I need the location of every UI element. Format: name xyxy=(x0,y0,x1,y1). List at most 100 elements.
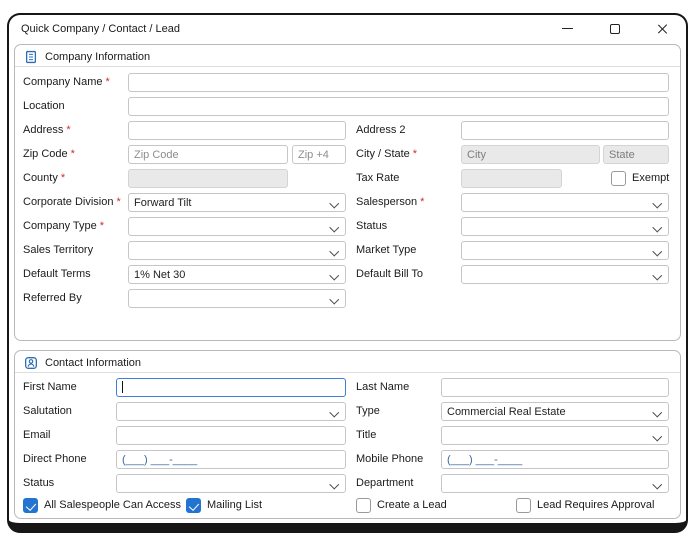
department-select[interactable] xyxy=(441,474,669,493)
first-name-input[interactable] xyxy=(116,378,346,397)
mobile-phone-label: Mobile Phone xyxy=(356,453,424,465)
referred-by-select[interactable] xyxy=(128,289,346,308)
location-label: Location xyxy=(23,100,65,112)
divider xyxy=(15,66,680,67)
divider xyxy=(15,372,680,373)
title-select[interactable] xyxy=(441,426,669,445)
text-caret xyxy=(122,381,123,393)
default-bill-to-select[interactable] xyxy=(461,265,669,284)
sales-territory-select[interactable] xyxy=(128,241,346,260)
title-label: Title xyxy=(356,429,377,441)
required-marker: * xyxy=(105,76,110,88)
referred-by-label: Referred By xyxy=(23,292,82,304)
required-marker: * xyxy=(420,196,425,208)
tax-rate-input[interactable] xyxy=(461,169,562,188)
create-lead-label: Create a Lead xyxy=(377,499,447,511)
zip-code-label: Zip Code * xyxy=(23,148,75,160)
salesperson-select[interactable] xyxy=(461,193,669,212)
status-select[interactable] xyxy=(461,217,669,236)
last-name-label: Last Name xyxy=(356,381,410,393)
close-icon xyxy=(657,23,669,35)
chevron-down-icon xyxy=(329,222,339,232)
status-label: Status xyxy=(356,220,388,232)
corporate-division-label: Corporate Division * xyxy=(23,196,121,208)
corporate-division-value: Forward Tilt xyxy=(134,196,192,209)
default-terms-label: Default Terms xyxy=(23,268,91,280)
company-type-label: Company Type * xyxy=(23,220,105,232)
zip-code-input[interactable] xyxy=(128,145,288,164)
chevron-down-icon xyxy=(329,198,339,208)
contact-information-group: Contact Information First Name Last Name… xyxy=(14,350,681,519)
required-marker: * xyxy=(412,148,418,160)
email-label: Email xyxy=(23,429,51,441)
required-marker: * xyxy=(66,124,71,136)
create-lead-checkbox[interactable] xyxy=(356,498,371,513)
type-select[interactable]: Commercial Real Estate xyxy=(441,402,669,421)
default-terms-select[interactable]: 1% Net 30 xyxy=(128,265,346,284)
required-marker: * xyxy=(60,172,66,184)
type-value: Commercial Real Estate xyxy=(447,405,566,418)
exempt-label: Exempt xyxy=(632,172,670,184)
city-state-label: City / State * xyxy=(356,148,418,160)
first-name-label: First Name xyxy=(23,381,77,393)
chevron-down-icon xyxy=(652,270,662,280)
county-label: County * xyxy=(23,172,66,184)
company-name-input[interactable] xyxy=(128,73,669,92)
direct-phone-input[interactable] xyxy=(116,450,346,469)
department-label: Department xyxy=(356,477,414,489)
default-bill-to-label: Default Bill To xyxy=(356,268,424,280)
tax-rate-label: Tax Rate xyxy=(356,172,400,184)
all-salespeople-checkbox[interactable] xyxy=(23,498,38,513)
email-input[interactable] xyxy=(116,426,346,445)
corporate-division-select[interactable]: Forward Tilt xyxy=(128,193,346,212)
salutation-label: Salutation xyxy=(23,405,72,417)
close-button[interactable] xyxy=(656,22,670,36)
company-information-header: Company Information xyxy=(24,48,150,66)
sales-territory-label: Sales Territory xyxy=(23,244,94,256)
chevron-down-icon xyxy=(652,407,662,417)
chevron-down-icon xyxy=(329,246,339,256)
exempt-checkbox[interactable] xyxy=(611,171,626,186)
state-input[interactable] xyxy=(603,145,669,164)
chevron-down-icon xyxy=(652,431,662,441)
chevron-down-icon xyxy=(329,270,339,280)
quick-company-dialog: Quick Company / Contact / Lead Company I… xyxy=(7,13,688,533)
location-input[interactable] xyxy=(128,97,669,116)
titlebar[interactable]: Quick Company / Contact / Lead xyxy=(9,15,686,42)
maximize-button[interactable] xyxy=(608,22,622,36)
chevron-down-icon xyxy=(329,479,339,489)
minimize-icon xyxy=(561,28,573,29)
city-input[interactable] xyxy=(461,145,600,164)
maximize-icon xyxy=(610,23,620,34)
all-salespeople-label: All Salespeople Can Access xyxy=(44,499,181,511)
minimize-button[interactable] xyxy=(560,22,574,36)
company-information-group: Company Information Company Name * Locati… xyxy=(14,44,681,341)
chevron-down-icon xyxy=(329,294,339,304)
company-type-select[interactable] xyxy=(128,217,346,236)
salutation-select[interactable] xyxy=(116,402,346,421)
mobile-phone-input[interactable] xyxy=(441,450,669,469)
county-input[interactable] xyxy=(128,169,288,188)
mailing-list-checkbox[interactable] xyxy=(186,498,201,513)
market-type-label: Market Type xyxy=(356,244,417,256)
address2-label: Address 2 xyxy=(356,124,406,136)
building-icon xyxy=(25,50,37,64)
address-input[interactable] xyxy=(128,121,346,140)
contact-status-select[interactable] xyxy=(116,474,346,493)
required-marker: * xyxy=(116,196,121,208)
lead-approval-checkbox[interactable] xyxy=(516,498,531,513)
last-name-input[interactable] xyxy=(441,378,669,397)
chevron-down-icon xyxy=(652,479,662,489)
chevron-down-icon xyxy=(652,198,662,208)
chevron-down-icon xyxy=(652,246,662,256)
window-title: Quick Company / Contact / Lead xyxy=(21,22,180,35)
zip-plus4-input[interactable] xyxy=(292,145,346,164)
direct-phone-label: Direct Phone xyxy=(23,453,87,465)
required-marker: * xyxy=(99,220,105,232)
lead-approval-label: Lead Requires Approval xyxy=(537,499,655,511)
type-label: Type xyxy=(356,405,380,417)
contact-status-label: Status xyxy=(23,477,55,489)
market-type-select[interactable] xyxy=(461,241,669,260)
address2-input[interactable] xyxy=(461,121,669,140)
contact-information-header: Contact Information xyxy=(24,354,141,372)
